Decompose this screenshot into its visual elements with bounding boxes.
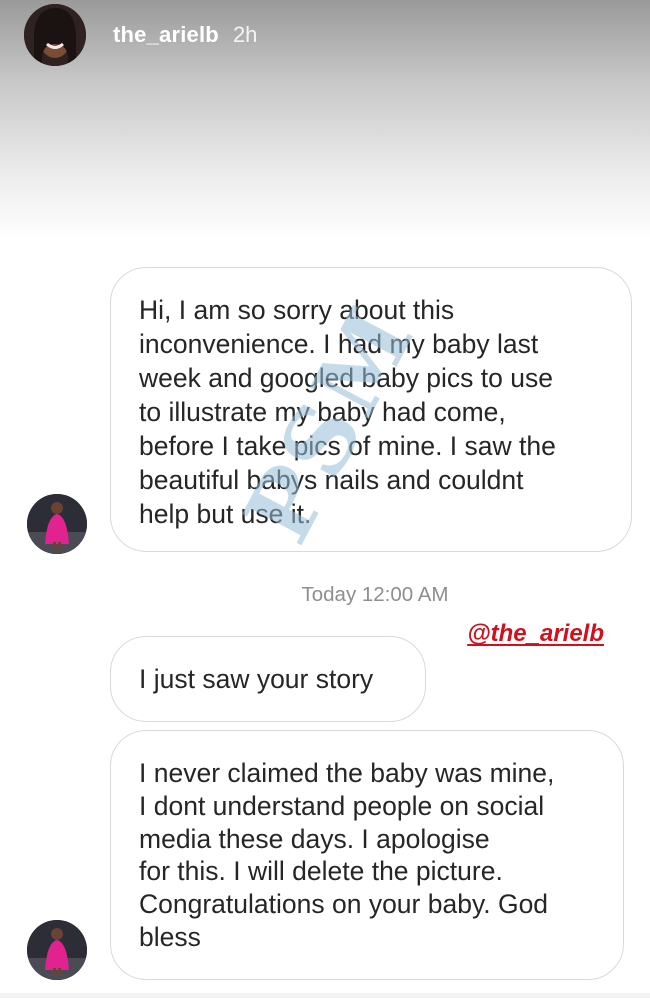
message-line: I dont understand people on social: [139, 790, 545, 821]
message-line: Hi, I am so sorry about this: [139, 295, 455, 325]
bottom-divider: [0, 993, 650, 998]
story-username[interactable]: the_arielb: [113, 22, 219, 48]
message-bubble-saw-story: I just saw your story: [110, 636, 426, 722]
message-line: to illustrate my baby had come,: [139, 397, 506, 427]
message-line: before I take pics of mine. I saw the: [139, 431, 556, 461]
message-line: for this. I will delete the picture.: [139, 856, 503, 887]
message-line: beautiful babys nails and couldnt: [139, 465, 524, 495]
timestamp: Today 12:00 AM: [301, 583, 449, 606]
sender-avatar[interactable]: [27, 920, 87, 980]
message-bubble-reply: I never claimed the baby was mine, I don…: [110, 730, 624, 980]
story-time: 2h: [232, 22, 258, 47]
message-line: Congratulations on your baby. God: [139, 889, 549, 920]
message-bubble-apology: Hi, I am so sorry about this inconvenien…: [110, 267, 632, 552]
sender-avatar[interactable]: [27, 494, 87, 554]
message-line: bless: [139, 921, 201, 952]
message-line: help but use it.: [139, 499, 312, 529]
story-profile-avatar[interactable]: [24, 4, 86, 66]
message-line: media these days. I apologise: [139, 823, 490, 854]
message-line: inconvenience. I had my baby last: [139, 329, 539, 359]
message-line: I never claimed the baby was mine,: [139, 758, 555, 788]
mention-tag[interactable]: @the_arielb: [467, 620, 604, 648]
story-header: the_arielb 2h: [24, 3, 257, 67]
message-line: week and googled baby pics to use: [139, 363, 553, 393]
